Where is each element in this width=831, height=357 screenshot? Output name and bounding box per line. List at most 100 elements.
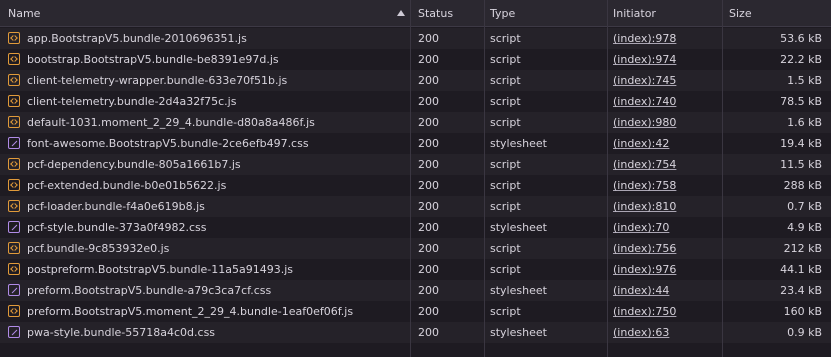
request-type: stylesheet: [490, 284, 547, 297]
stylesheet-icon: [8, 137, 20, 149]
request-status: 200: [418, 116, 439, 129]
table-row[interactable]: font-awesome.BootstrapV5.bundle-2ce6efb4…: [0, 133, 831, 154]
request-type: script: [490, 263, 521, 276]
table-row[interactable]: pcf-dependency.bundle-805a1661b7.js 200 sc…: [0, 154, 831, 175]
request-type: script: [490, 305, 521, 318]
request-size: 78.5 kB: [780, 95, 822, 108]
request-type: script: [490, 74, 521, 87]
request-size: 23.4 kB: [780, 284, 822, 297]
request-initiator-link[interactable]: (index):745: [613, 70, 716, 91]
sort-up-icon[interactable]: [397, 10, 405, 16]
request-initiator-link[interactable]: (index):63: [613, 322, 716, 343]
request-size: 4.9 kB: [787, 221, 822, 234]
request-initiator-link[interactable]: (index):758: [613, 175, 716, 196]
script-icon: [8, 200, 20, 212]
column-divider[interactable]: [484, 0, 485, 357]
script-icon: [8, 242, 20, 254]
table-row[interactable]: default-1031.moment_2_29_4.bundle-d80a8a…: [0, 112, 831, 133]
column-header-name[interactable]: Name: [8, 0, 40, 27]
table-row[interactable]: pcf-extended.bundle-b0e01b5622.js 200 scri…: [0, 175, 831, 196]
request-name: pcf-extended.bundle-b0e01b5622.js: [27, 179, 227, 192]
request-name: default-1031.moment_2_29_4.bundle-d80a8a…: [27, 116, 315, 129]
request-initiator-link[interactable]: (index):974: [613, 49, 716, 70]
column-header-initiator[interactable]: Initiator: [613, 0, 656, 27]
request-size: 1.6 kB: [787, 116, 822, 129]
script-icon: [8, 158, 20, 170]
request-status: 200: [418, 284, 439, 297]
column-divider[interactable]: [607, 0, 608, 357]
request-size: 53.6 kB: [780, 32, 822, 45]
stylesheet-icon: [8, 221, 20, 233]
network-request-table: Name Status Type Initiator Size app.Boot…: [0, 0, 831, 357]
request-size: 0.9 kB: [787, 326, 822, 339]
request-initiator-link[interactable]: (index):976: [613, 259, 716, 280]
script-icon: [8, 179, 20, 191]
request-name: client-telemetry.bundle-2d4a32f75c.js: [27, 95, 237, 108]
request-initiator-link[interactable]: (index):42: [613, 133, 716, 154]
table-row[interactable]: preform.BootstrapV5.moment_2_29_4.bundle…: [0, 301, 831, 322]
script-icon: [8, 116, 20, 128]
script-icon: [8, 32, 20, 44]
request-initiator-link[interactable]: (index):740: [613, 91, 716, 112]
request-initiator-link[interactable]: (index):810: [613, 196, 716, 217]
request-status: 200: [418, 242, 439, 255]
request-type: script: [490, 116, 521, 129]
request-status: 200: [418, 305, 439, 318]
request-type: stylesheet: [490, 326, 547, 339]
stylesheet-icon: [8, 284, 20, 296]
request-initiator-link[interactable]: (index):44: [613, 280, 716, 301]
table-row[interactable]: preform.BootstrapV5.bundle-a79c3ca7cf.cs…: [0, 280, 831, 301]
request-type: script: [490, 32, 521, 45]
request-initiator-link[interactable]: (index):978: [613, 28, 716, 49]
request-status: 200: [418, 137, 439, 150]
script-icon: [8, 263, 20, 275]
script-icon: [8, 95, 20, 107]
request-initiator-link[interactable]: (index):754: [613, 154, 716, 175]
table-row[interactable]: pcf.bundle-9c853932e0.js 200 script (index)…: [0, 238, 831, 259]
table-row[interactable]: client-telemetry-wrapper.bundle-633e70f5…: [0, 70, 831, 91]
request-type: script: [490, 242, 521, 255]
request-name: pcf-dependency.bundle-805a1661b7.js: [27, 158, 241, 171]
column-header-size[interactable]: Size: [729, 0, 752, 27]
table-row[interactable]: pcf-style.bundle-373a0f4982.css 200 styles…: [0, 217, 831, 238]
table-row[interactable]: postpreform.BootstrapV5.bundle-11a5a9149…: [0, 259, 831, 280]
column-header-status[interactable]: Status: [418, 0, 453, 27]
column-divider[interactable]: [722, 0, 723, 357]
stylesheet-icon: [8, 326, 20, 338]
table-row[interactable]: bootstrap.BootstrapV5.bundle-be8391e97d.…: [0, 49, 831, 70]
script-icon: [8, 53, 20, 65]
request-type: stylesheet: [490, 221, 547, 234]
request-name: preform.BootstrapV5.bundle-a79c3ca7cf.cs…: [27, 284, 272, 297]
request-status: 200: [418, 221, 439, 234]
request-name: pcf-loader.bundle-f4a0e619b8.js: [27, 200, 205, 213]
request-status: 200: [418, 179, 439, 192]
request-initiator-link[interactable]: (index):70: [613, 217, 716, 238]
request-status: 200: [418, 74, 439, 87]
request-status: 200: [418, 95, 439, 108]
request-name: preform.BootstrapV5.moment_2_29_4.bundle…: [27, 305, 354, 318]
request-status: 200: [418, 158, 439, 171]
column-divider[interactable]: [410, 0, 411, 357]
request-initiator-link[interactable]: (index):756: [613, 238, 716, 259]
request-type: script: [490, 179, 521, 192]
request-initiator-link[interactable]: (index):750: [613, 301, 716, 322]
script-icon: [8, 305, 20, 317]
request-type: stylesheet: [490, 137, 547, 150]
request-name: postpreform.BootstrapV5.bundle-11a5a9149…: [27, 263, 294, 276]
request-status: 200: [418, 53, 439, 66]
request-type: script: [490, 53, 521, 66]
table-row[interactable]: pwa-style.bundle-55718a4c0d.css 200 styles…: [0, 322, 831, 343]
table-header: Name Status Type Initiator Size: [0, 0, 831, 27]
request-size: 11.5 kB: [780, 158, 822, 171]
request-size: 160 kB: [783, 305, 822, 318]
request-name: pcf-style.bundle-373a0f4982.css: [27, 221, 207, 234]
request-size: 0.7 kB: [787, 200, 822, 213]
request-type: script: [490, 158, 521, 171]
request-name: client-telemetry-wrapper.bundle-633e70f5…: [27, 74, 288, 87]
column-header-type[interactable]: Type: [490, 0, 515, 27]
table-row[interactable]: client-telemetry.bundle-2d4a32f75c.js 200…: [0, 91, 831, 112]
request-size: 212 kB: [783, 242, 822, 255]
table-row[interactable]: app.BootstrapV5.bundle-2010696351.js 200 s…: [0, 28, 831, 49]
request-initiator-link[interactable]: (index):980: [613, 112, 716, 133]
table-row[interactable]: pcf-loader.bundle-f4a0e619b8.js 200 script…: [0, 196, 831, 217]
